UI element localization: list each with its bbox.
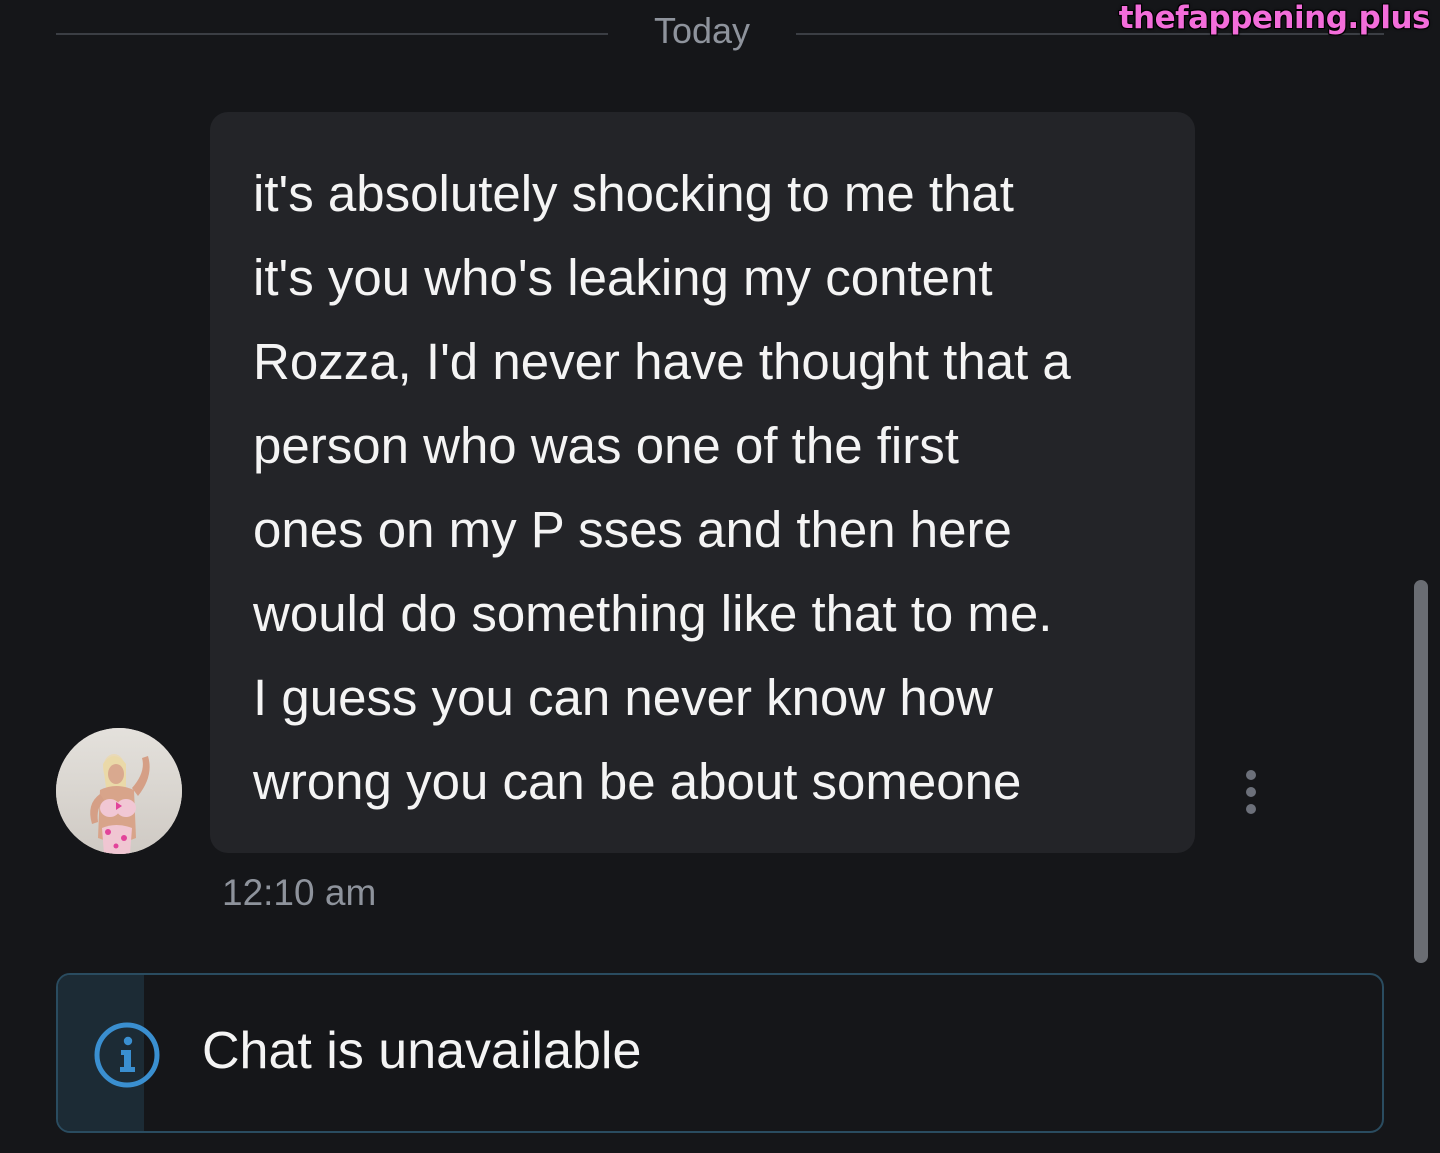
chat-unavailable-text: Chat is unavailable — [202, 1022, 642, 1080]
message-bubble[interactable]: it's absolutely shocking to me that it's… — [210, 112, 1195, 853]
message-line: it's you who's leaking my content — [253, 249, 993, 306]
scrollbar-thumb[interactable] — [1414, 580, 1428, 963]
message-line: Rozza, I'd never have thought that a — [253, 333, 1071, 390]
divider-line-left — [56, 33, 608, 35]
more-vertical-icon-dot — [1246, 787, 1256, 797]
message-line: it's absolutely shocking to me that — [253, 165, 1014, 222]
message-line: I guess you can never know how — [253, 669, 993, 726]
message-options-button[interactable] — [1234, 766, 1268, 818]
more-vertical-icon-dot — [1246, 804, 1256, 814]
more-vertical-icon-dot — [1246, 770, 1256, 780]
date-label: Today — [653, 10, 751, 51]
avatar-image — [56, 728, 182, 854]
info-icon — [94, 1022, 160, 1088]
chat-unavailable-banner: Chat is unavailable — [56, 973, 1384, 1133]
message-timestamp: 12:10 am — [222, 872, 377, 913]
message-line: wrong you can be about someone — [253, 753, 1022, 810]
sender-avatar[interactable] — [56, 728, 182, 854]
message-line: person who was one of the first — [253, 417, 959, 474]
message-line: would do something like that to me. — [253, 585, 1053, 642]
message-line: ones on my P sses and then here — [253, 501, 1012, 558]
message-text: it's absolutely shocking to me that it's… — [253, 152, 1165, 824]
watermark: thefappening.plus — [1118, 0, 1431, 36]
